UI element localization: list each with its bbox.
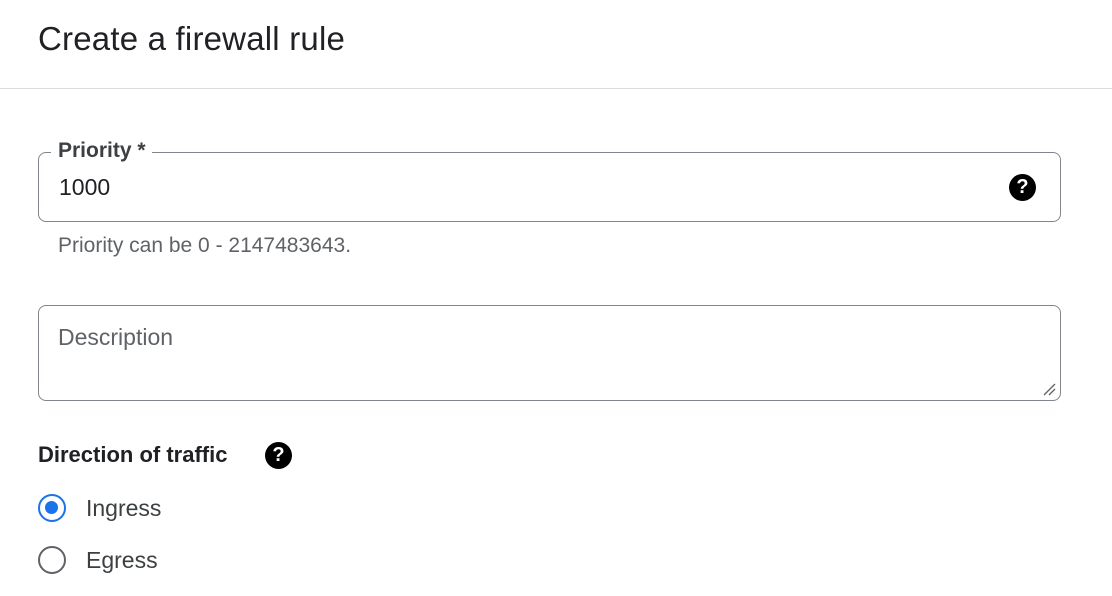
question-circle-icon[interactable]: ? — [265, 442, 292, 469]
priority-hint: Priority can be 0 - 2147483643. — [58, 234, 352, 257]
radio-button-unchecked[interactable] — [38, 546, 66, 574]
firewall-rule-form: Create a firewall rule Priority * ? Prio… — [0, 0, 1112, 596]
question-circle-icon[interactable]: ? — [1009, 174, 1036, 201]
radio-egress[interactable]: Egress — [38, 543, 158, 577]
radio-label-ingress: Ingress — [86, 495, 162, 521]
priority-input[interactable] — [59, 172, 959, 202]
description-input[interactable] — [58, 324, 1018, 384]
radio-label-egress: Egress — [86, 547, 158, 573]
priority-label: Priority * — [51, 137, 152, 165]
page-header: Create a firewall rule — [0, 0, 1112, 89]
resize-handle-icon[interactable] — [1040, 380, 1056, 396]
radio-ingress[interactable]: Ingress — [38, 491, 161, 525]
description-field[interactable] — [38, 305, 1061, 401]
page-title: Create a firewall rule — [38, 20, 346, 57]
radio-button-checked[interactable] — [38, 494, 66, 522]
priority-field[interactable]: Priority * ? — [38, 137, 1061, 222]
direction-of-traffic-label: Direction of traffic — [38, 442, 228, 467]
